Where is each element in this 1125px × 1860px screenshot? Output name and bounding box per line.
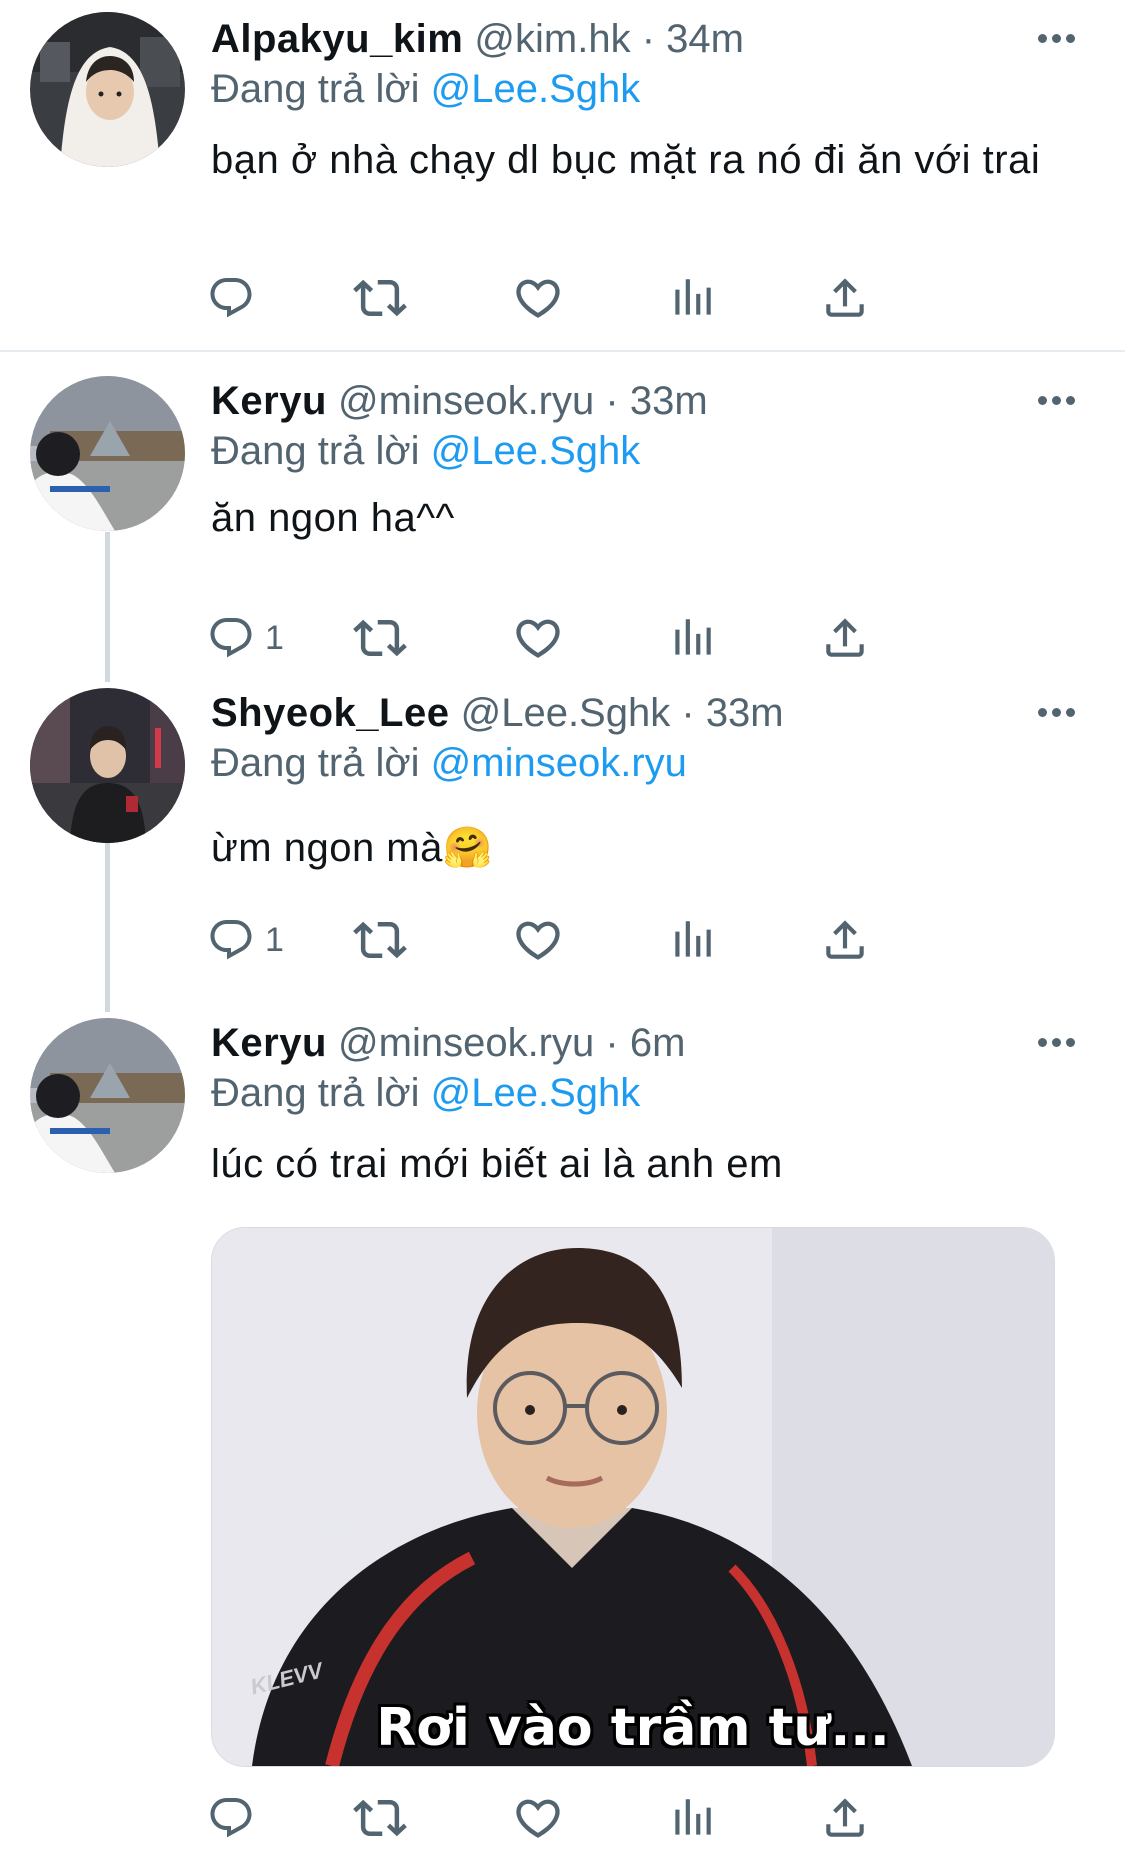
- reply-icon: [207, 916, 255, 964]
- retweet-icon: [353, 271, 407, 325]
- retweet-button[interactable]: [353, 1790, 407, 1846]
- retweet-button[interactable]: [353, 610, 407, 666]
- like-button[interactable]: [512, 1790, 564, 1846]
- timestamp[interactable]: 33m: [706, 691, 784, 735]
- like-button[interactable]: [512, 270, 564, 326]
- reply-button[interactable]: 1: [207, 912, 284, 968]
- replying-to: Đang trả lời @Lee.Sghk: [211, 426, 640, 476]
- replying-label: Đang trả lời: [211, 1071, 420, 1115]
- user-handle[interactable]: @minseok.ryu: [338, 1021, 594, 1065]
- replying-label: Đang trả lời: [211, 67, 420, 111]
- analytics-button[interactable]: [667, 912, 717, 968]
- tweet-header: Alpakyu_kim @kim.hk · 34m: [211, 14, 744, 64]
- reply-icon: [207, 614, 255, 662]
- media-caption: Rơi vào trầm tư...: [376, 1698, 890, 1758]
- separator: ·: [641, 17, 656, 61]
- analytics-icon: [667, 1793, 717, 1843]
- reply-icon: [207, 274, 255, 322]
- retweet-button[interactable]: [353, 270, 407, 326]
- meme-photo: [212, 1228, 1054, 1766]
- like-button[interactable]: [512, 912, 564, 968]
- tweet-header: Keryu @minseok.ryu · 6m: [211, 1018, 685, 1068]
- more-icon[interactable]: [1038, 392, 1086, 412]
- more-icon[interactable]: [1038, 1034, 1086, 1054]
- avatar-louvre[interactable]: [30, 376, 185, 531]
- analytics-button[interactable]: [667, 270, 717, 326]
- reply-mention-link[interactable]: @Lee.Sghk: [431, 1071, 641, 1115]
- avatar-city-night[interactable]: [30, 688, 185, 843]
- timestamp[interactable]: 33m: [630, 379, 708, 423]
- analytics-icon: [667, 273, 717, 323]
- like-icon: [512, 612, 564, 664]
- media-image[interactable]: KLEVV Rơi vào trầm tư...: [211, 1227, 1055, 1767]
- display-name[interactable]: Shyeok_Lee: [211, 691, 449, 735]
- tweet-divider: [0, 350, 1125, 352]
- reply-mention-link[interactable]: @Lee.Sghk: [431, 67, 641, 111]
- replying-to: Đang trả lời @minseok.ryu: [211, 738, 687, 788]
- like-icon: [512, 914, 564, 966]
- display-name[interactable]: Alpakyu_kim: [211, 17, 463, 61]
- replying-to: Đang trả lời @Lee.Sghk: [211, 64, 640, 114]
- analytics-button[interactable]: [667, 1790, 717, 1846]
- share-button[interactable]: [820, 912, 870, 968]
- retweet-icon: [353, 913, 407, 967]
- reply-count: 1: [265, 920, 284, 959]
- user-handle[interactable]: @Lee.Sghk: [461, 691, 671, 735]
- share-button[interactable]: [820, 1790, 870, 1846]
- tweet-header: Shyeok_Lee @Lee.Sghk · 33m: [211, 688, 784, 738]
- like-icon: [512, 1792, 564, 1844]
- display-name[interactable]: Keryu: [211, 379, 327, 423]
- share-icon: [820, 1793, 870, 1843]
- tweet-text: ừm ngon mà🤗: [211, 822, 1061, 874]
- user-handle[interactable]: @kim.hk: [474, 17, 630, 61]
- separator: ·: [681, 691, 695, 735]
- tweet-2[interactable]: Keryu @minseok.ryu · 33m Đang trả lời @L…: [0, 376, 1125, 676]
- replying-label: Đang trả lời: [211, 741, 420, 785]
- user-handle[interactable]: @minseok.ryu: [338, 379, 594, 423]
- tweet-text: lúc có trai mới biết ai là anh em: [211, 1142, 783, 1186]
- retweet-button[interactable]: [353, 912, 407, 968]
- separator: ·: [605, 379, 619, 423]
- share-icon: [820, 273, 870, 323]
- share-icon: [820, 613, 870, 663]
- tweet-1[interactable]: Alpakyu_kim @kim.hk · 34m Đang trả lời @…: [0, 0, 1125, 350]
- more-icon[interactable]: [1038, 30, 1086, 50]
- reply-mention-link[interactable]: @Lee.Sghk: [431, 429, 641, 473]
- tweet-3[interactable]: Shyeok_Lee @Lee.Sghk · 33m Đang trả lời …: [0, 688, 1125, 988]
- hugging-face-emoji: 🤗: [442, 825, 494, 871]
- avatar-louvre[interactable]: [30, 1018, 185, 1173]
- analytics-button[interactable]: [667, 610, 717, 666]
- timestamp[interactable]: 6m: [630, 1021, 686, 1065]
- like-button[interactable]: [512, 610, 564, 666]
- analytics-icon: [667, 613, 717, 663]
- reply-mention-link[interactable]: @minseok.ryu: [431, 741, 687, 785]
- retweet-icon: [353, 611, 407, 665]
- tweet-header: Keryu @minseok.ryu · 33m: [211, 376, 708, 426]
- replying-to: Đang trả lời @Lee.Sghk: [211, 1068, 640, 1118]
- tweet-text-content: ừm ngon mà: [211, 826, 443, 870]
- replying-label: Đang trả lời: [211, 429, 420, 473]
- retweet-icon: [353, 1791, 407, 1845]
- share-button[interactable]: [820, 270, 870, 326]
- reply-button[interactable]: [207, 1790, 255, 1846]
- like-icon: [512, 272, 564, 324]
- share-icon: [820, 915, 870, 965]
- timestamp[interactable]: 34m: [666, 17, 744, 61]
- display-name[interactable]: Keryu: [211, 1021, 327, 1065]
- reply-button[interactable]: 1: [207, 610, 284, 666]
- tweet-text: ăn ngon ha^^: [211, 496, 455, 540]
- share-button[interactable]: [820, 610, 870, 666]
- tweet-text: bạn ở nhà chạy dl bục mặt ra nó đi ăn vớ…: [211, 138, 1041, 182]
- reply-count: 1: [265, 618, 284, 657]
- reply-icon: [207, 1794, 255, 1842]
- more-icon[interactable]: [1038, 704, 1086, 724]
- avatar-hooded-person[interactable]: [30, 12, 185, 167]
- analytics-icon: [667, 915, 717, 965]
- separator: ·: [605, 1021, 619, 1065]
- reply-button[interactable]: [207, 270, 255, 326]
